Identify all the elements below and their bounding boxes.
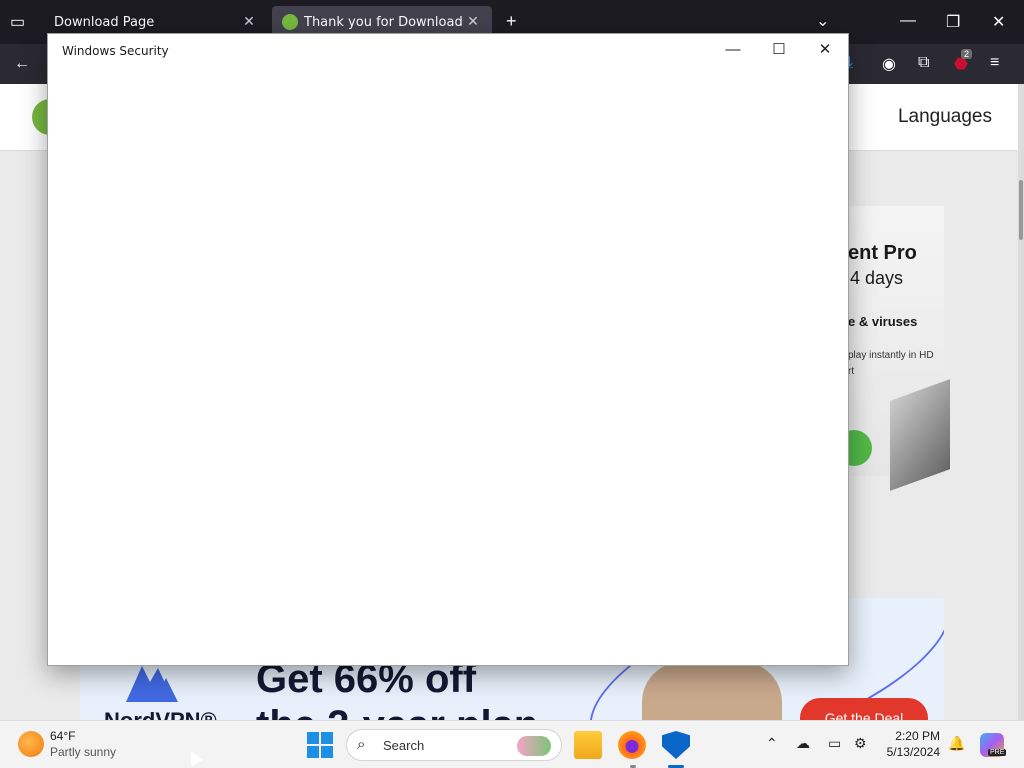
close-tab-icon[interactable]: ✕ [240,14,258,30]
extensions-icon[interactable]: ⧉ [918,54,929,72]
onedrive-icon[interactable]: ☁ [796,735,810,752]
weather-icon[interactable] [18,731,44,757]
weather-temperature[interactable]: 64°F [50,729,75,743]
scrollbar-thumb[interactable] [1019,180,1023,240]
nordvpn-brand: NordVPN® [104,708,217,720]
show-hidden-icons-icon[interactable]: ⌃ [766,735,778,752]
ad-headline-line2: the 2-year plan [256,702,538,720]
promo-feature: e & viruses [848,314,918,329]
dialog-title: Windows Security [62,44,169,58]
promo-subtitle: 4 days [850,268,904,288]
tab-label: Thank you for Downloading µTorrent [304,14,464,30]
close-window-icon[interactable]: ✕ [992,12,1005,32]
network-icon[interactable]: ⚙ [854,735,867,752]
windows-security-dialog: Windows Security — ☐ ✕ [47,33,849,666]
get-the-deal-button[interactable]: Get the Deal [800,698,928,720]
restore-window-icon[interactable]: ❐ [946,12,960,32]
menu-icon[interactable]: ≡ [990,54,999,72]
start-tile [321,732,333,744]
back-icon[interactable]: ← [14,55,30,73]
dialog-minimize-button[interactable]: — [710,34,756,66]
account-icon[interactable]: ◉ [882,54,896,74]
promo-description: play instantly in HD rt [848,348,934,380]
clock-date[interactable]: 5/13/2024 [876,745,940,759]
promo-desc-line1: play instantly in HD [848,350,934,361]
minimize-window-icon[interactable]: — [900,12,916,30]
extension-badge: 2 [961,49,973,59]
promo-desc-line2: rt [848,366,855,377]
search-placeholder: Search [383,738,425,753]
ad-photo [642,662,782,720]
start-tile [321,746,333,758]
taskbar: 64°F Partly sunny ⌕ Search ⌃ ☁ ▭ ⚙ 2:20 … [0,720,1024,768]
dialog-maximize-button[interactable]: ☐ [756,34,802,66]
search-highlight-icon [517,736,551,756]
firefox-icon[interactable] [618,731,646,759]
utorrent-favicon-icon [282,14,298,30]
windows-security-icon[interactable] [662,731,690,759]
start-button[interactable] [306,731,334,759]
dialog-close-button[interactable]: ✕ [802,34,848,66]
copilot-preview-tag: PRE [988,749,1007,756]
start-tile [307,732,319,744]
close-tab-icon[interactable]: ✕ [464,14,482,30]
languages-link[interactable]: Languages [898,106,992,128]
new-tab-icon[interactable]: + [506,11,517,32]
tab-label: Download Page [54,14,155,30]
clock-time[interactable]: 2:20 PM [884,729,940,743]
notification-bell-icon[interactable]: 🔔 [948,735,965,752]
file-explorer-icon[interactable] [574,731,602,759]
taskbar-search-box[interactable]: ⌕ Search [346,729,562,761]
search-icon: ⌕ [357,736,366,753]
weather-condition[interactable]: Partly sunny [50,745,116,759]
chevron-down-icon[interactable]: ⌄ [816,11,829,31]
page-scrollbar[interactable] [1018,84,1024,720]
display-icon[interactable]: ▭ [828,735,841,752]
promo-title: ent Pro [848,242,917,264]
start-tile [307,746,319,758]
tab-list-icon[interactable]: ▭ [10,12,25,32]
